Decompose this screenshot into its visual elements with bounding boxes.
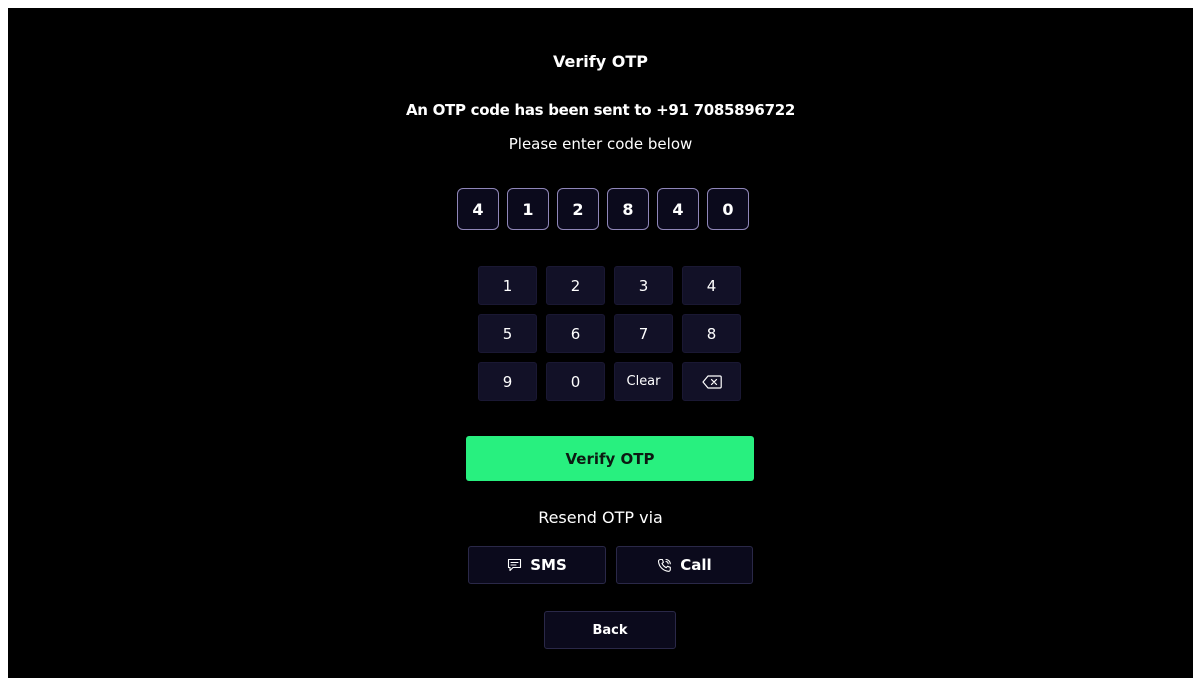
otp-digit-3[interactable]: 2	[557, 188, 599, 230]
keypad-key-1[interactable]: 1	[478, 266, 537, 305]
resend-otp-label: Resend OTP via	[538, 508, 663, 527]
otp-digit-4[interactable]: 8	[607, 188, 649, 230]
resend-sms-button[interactable]: SMS	[468, 546, 606, 584]
call-label: Call	[680, 556, 712, 574]
otp-instruction: Please enter code below	[508, 135, 693, 153]
keypad-key-5[interactable]: 5	[478, 314, 537, 353]
back-button[interactable]: Back	[544, 611, 676, 649]
verify-otp-button[interactable]: Verify OTP	[466, 436, 754, 481]
otp-digit-1[interactable]: 4	[457, 188, 499, 230]
otp-input-group: 4 1 2 8 4 0	[457, 188, 749, 230]
keypad-key-9[interactable]: 9	[478, 362, 537, 401]
otp-digit-2[interactable]: 1	[507, 188, 549, 230]
keypad-key-0[interactable]: 0	[546, 362, 605, 401]
page-title: Verify OTP	[553, 52, 648, 71]
message-icon	[507, 558, 522, 572]
numeric-keypad: 1 2 3 4 5 6 7 8 9 0 Clear	[478, 266, 741, 401]
otp-sent-message: An OTP code has been sent to +91 7085896…	[406, 101, 795, 119]
keypad-key-6[interactable]: 6	[546, 314, 605, 353]
backspace-icon	[701, 374, 722, 389]
phone-icon	[657, 558, 672, 573]
keypad-key-3[interactable]: 3	[614, 266, 673, 305]
keypad-backspace-button[interactable]	[682, 362, 741, 401]
sms-label: SMS	[530, 556, 567, 574]
resend-call-button[interactable]: Call	[616, 546, 753, 584]
keypad-key-4[interactable]: 4	[682, 266, 741, 305]
keypad-key-7[interactable]: 7	[614, 314, 673, 353]
keypad-clear-button[interactable]: Clear	[614, 362, 673, 401]
otp-digit-5[interactable]: 4	[657, 188, 699, 230]
keypad-key-8[interactable]: 8	[682, 314, 741, 353]
otp-screen: Verify OTP An OTP code has been sent to …	[8, 8, 1193, 678]
keypad-key-2[interactable]: 2	[546, 266, 605, 305]
otp-digit-6[interactable]: 0	[707, 188, 749, 230]
